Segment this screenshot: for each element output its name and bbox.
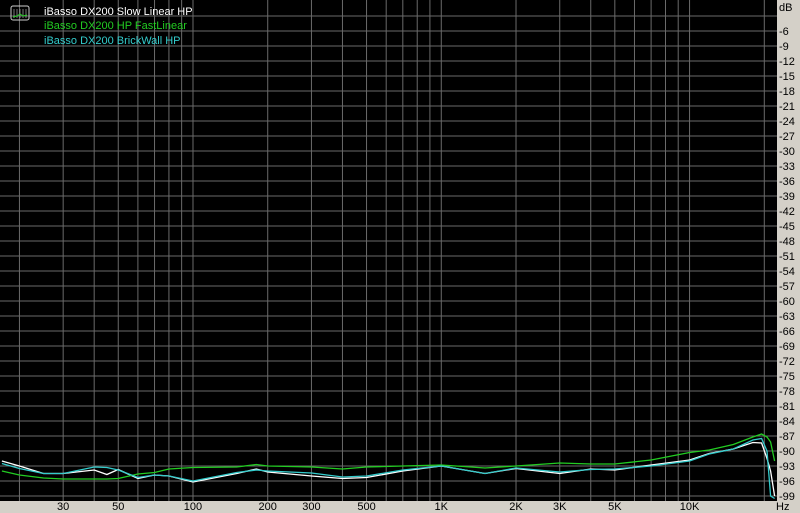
y-tick-label: -84 (779, 416, 795, 428)
y-tick-label: -51 (779, 251, 795, 263)
y-tick-label: -87 (779, 431, 795, 443)
y-tick-label: -30 (779, 146, 795, 158)
y-tick-label: -48 (779, 236, 795, 248)
x-tick-label: 500 (357, 501, 375, 513)
y-tick-label: -90 (779, 446, 795, 458)
y-tick-label: -81 (779, 401, 795, 413)
y-tick-label: -69 (779, 341, 795, 353)
y-axis: -6 -9 -12 -15 -18 -21 -24 -27 -30 -33 -36 -39 -42 -45… (779, 26, 795, 503)
x-tick-label: 10K (680, 501, 700, 513)
x-tick-label: 100 (184, 501, 202, 513)
legend-entry-fastlinear: iBasso DX200 HP FastLinear (44, 20, 187, 32)
y-tick-label: -60 (779, 296, 795, 308)
x-tick-label: 50 (112, 501, 124, 513)
y-tick-label: -21 (779, 101, 795, 113)
x-tick-label: 300 (302, 501, 320, 513)
y-tick-label: -39 (779, 191, 795, 203)
x-tick-label: 1K (435, 501, 449, 513)
x-axis: 30 50 100 200 300 500 1K 2K 3K 5K 10K (57, 501, 700, 513)
y-tick-label: -18 (779, 86, 795, 98)
y-tick-label: -45 (779, 221, 795, 233)
frequency-response-chart: -6 -9 -12 -15 -18 -21 -24 -27 -30 -33 -36 -39 -42 -45… (0, 0, 795, 513)
y-tick-label: -15 (779, 71, 795, 83)
x-tick-label: 5K (608, 501, 622, 513)
y-tick-label: -75 (779, 371, 795, 383)
y-tick-label: -24 (779, 116, 795, 128)
y-tick-label: -33 (779, 161, 795, 173)
y-tick-label: -78 (779, 386, 795, 398)
y-tick-label: -66 (779, 326, 795, 338)
y-tick-label: -96 (779, 476, 795, 488)
y-tick-label: -6 (779, 26, 789, 38)
y-tick-label: -57 (779, 281, 795, 293)
y-tick-label: -54 (779, 266, 795, 278)
y-tick-label: -42 (779, 206, 795, 218)
x-tick-label: 3K (553, 501, 567, 513)
y-axis-label: dB (779, 2, 792, 14)
y-tick-label: -63 (779, 311, 795, 323)
x-tick-label: 30 (57, 501, 69, 513)
x-tick-label: 200 (259, 501, 277, 513)
plot-area (0, 0, 777, 501)
y-tick-label: -93 (779, 461, 795, 473)
y-tick-label: -9 (779, 41, 789, 53)
legend-entry-slow-linear: iBasso DX200 Slow Linear HP (44, 6, 193, 18)
y-tick-label: -27 (779, 131, 795, 143)
y-tick-label: -12 (779, 56, 795, 68)
y-tick-label: -72 (779, 356, 795, 368)
x-axis-label: Hz (776, 501, 789, 513)
x-tick-label: 2K (509, 501, 523, 513)
legend-entry-brickwall: iBasso DX200 BrickWall HP (44, 35, 181, 47)
y-tick-label: -36 (779, 176, 795, 188)
